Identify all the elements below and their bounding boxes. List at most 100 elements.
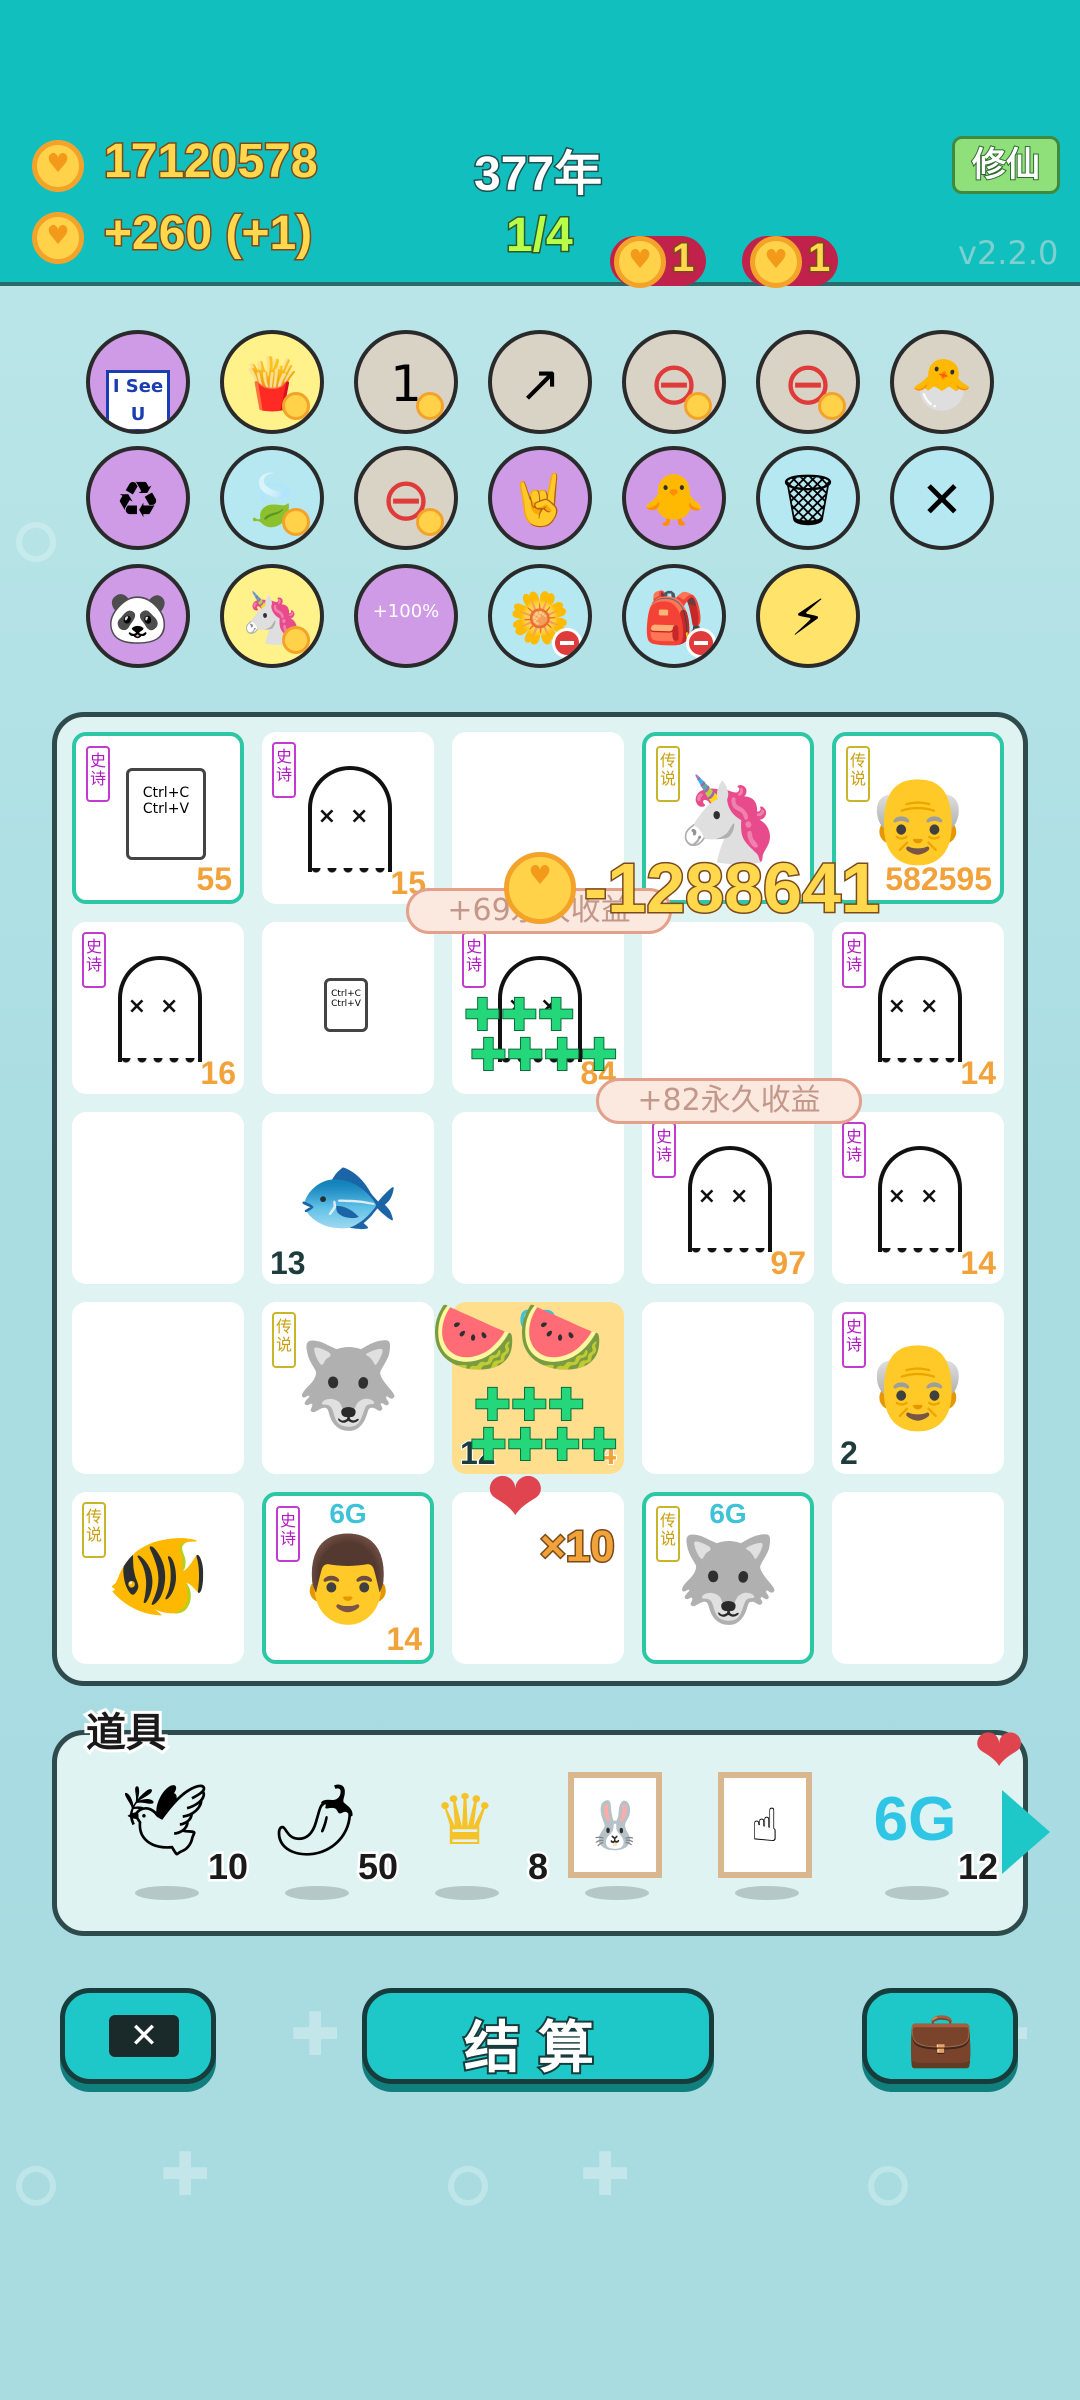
board-cell[interactable]: [72, 1302, 244, 1474]
board-cell[interactable]: [832, 1492, 1004, 1664]
cell-count: 16: [199, 1054, 237, 1092]
prop-crown[interactable]: ♛ 8: [410, 1770, 551, 1900]
skill-i-see-u-icon[interactable]: I See U: [86, 330, 190, 434]
coin-icon: [684, 392, 712, 420]
bg-ring: [868, 2166, 908, 2206]
board-cell[interactable]: Ctrl+C Ctrl+V: [262, 922, 434, 1094]
props-label: 道具: [83, 1707, 169, 1759]
board-cell[interactable]: 🐠 传说: [72, 1492, 244, 1664]
trash-bag-icon: 🗑: [776, 471, 840, 529]
crown-icon: ♛: [433, 1779, 497, 1861]
board-cell[interactable]: [642, 922, 814, 1094]
prop-chili[interactable]: 🌶 50: [260, 1770, 401, 1900]
prop-dove[interactable]: 🕊 10: [110, 1770, 251, 1900]
board-cell[interactable]: [72, 1112, 244, 1284]
coin-icon: [504, 852, 576, 924]
skill-lightning-icon[interactable]: ⚡: [756, 564, 860, 668]
skill-unicorn-icon[interactable]: 🦄: [220, 564, 324, 668]
lightning-icon: ⚡: [790, 589, 826, 647]
board-cell[interactable]: ×× 史诗 97: [642, 1112, 814, 1284]
skill-bucket-icon[interactable]: +100%: [354, 564, 458, 668]
board-cell[interactable]: 👨 史诗 6G 14: [262, 1492, 434, 1664]
settle-button[interactable]: 结算: [362, 1988, 714, 2084]
prop-count: 50: [355, 1844, 400, 1890]
bag-button[interactable]: 💼: [862, 1988, 1018, 2084]
liver-icon: ❤: [486, 1456, 545, 1538]
ghost-icon: ××: [878, 956, 962, 1070]
coin-icon: [750, 236, 802, 288]
bucket-icon: +100%: [372, 601, 440, 622]
skill-rock-hand-icon[interactable]: 🤘: [488, 446, 592, 550]
skill-chicks-icon[interactable]: 🐥: [622, 446, 726, 550]
skill-chick-egg-icon[interactable]: 🐣: [890, 330, 994, 434]
prop-6g[interactable]: 6G 12: [860, 1770, 1001, 1900]
prop-shadow: [885, 1886, 949, 1900]
bg-ring: [16, 2166, 56, 2206]
minus-icon: [552, 628, 582, 658]
board-cell[interactable]: 🐟 13: [262, 1112, 434, 1284]
board-cell[interactable]: ×× 史诗 16: [72, 922, 244, 1094]
prop-count: 12: [955, 1844, 1000, 1890]
board-cell[interactable]: ×× 史诗 14: [832, 922, 1004, 1094]
skill-fries-icon[interactable]: 🍟: [220, 330, 324, 434]
board-cell[interactable]: ×× 史诗 14: [832, 1112, 1004, 1284]
board-cell[interactable]: ×× 史诗 15: [262, 732, 434, 904]
prop-finger-frame[interactable]: ☝: [710, 1770, 820, 1900]
ghost-icon: ××: [308, 766, 392, 880]
briefcase-icon: 💼: [907, 2007, 975, 2070]
coin-icon: [282, 626, 310, 654]
xiuxian-button[interactable]: 修仙: [952, 136, 1060, 194]
skill-flower-pot-icon[interactable]: 🌼: [488, 564, 592, 668]
exit-button[interactable]: ✕: [60, 1988, 216, 2084]
6g-label: 6G: [329, 1498, 367, 1529]
prop-rabbit-frame[interactable]: 🐰: [560, 1770, 670, 1900]
ghost-wave: [878, 1058, 962, 1070]
rarity-tag: 史诗: [82, 932, 106, 988]
watermelon-icon: 🍉🍉: [430, 1296, 605, 1378]
rarity-tag: 史诗: [86, 746, 110, 802]
bg-ring: [16, 522, 56, 562]
cell-count: 582595: [884, 860, 993, 898]
ghost-icon: ××: [878, 1146, 962, 1260]
coin-icon: [282, 508, 310, 536]
year-counter: 377年: [472, 147, 603, 203]
board-cell[interactable]: 👴 史诗 2: [832, 1302, 1004, 1474]
skill-sticks-icon[interactable]: ✕: [890, 446, 994, 550]
bonus-badge-count: 1: [670, 235, 695, 282]
coin-icon: [416, 392, 444, 420]
cell-count: 14: [385, 1620, 423, 1658]
board-cell[interactable]: [452, 1112, 624, 1284]
skill-no-entry-icon[interactable]: ⊖: [756, 330, 860, 434]
prop-shadow: [585, 1886, 649, 1900]
skill-bag-icon[interactable]: 🎒: [622, 564, 726, 668]
arrow-up-icon: ↗: [519, 355, 561, 413]
skill-no-entry-icon[interactable]: ⊖: [622, 330, 726, 434]
skill-trash-bag-icon[interactable]: 🗑: [756, 446, 860, 550]
skill-no-entry-icon[interactable]: ⊖: [354, 446, 458, 550]
skill-arrow-up-icon[interactable]: ↗: [488, 330, 592, 434]
skill-leaf-icon[interactable]: 🍃: [220, 446, 324, 550]
chicks-icon: 🐥: [642, 471, 706, 529]
rarity-tag: 史诗: [652, 1122, 676, 1178]
coin-icon: [32, 140, 84, 192]
rock-hand-icon: 🤘: [508, 471, 572, 529]
ghost-icon: ××: [688, 1146, 772, 1260]
board-cell[interactable]: Ctrl+C Ctrl+V 史诗 55: [72, 732, 244, 904]
panda-icon: 🐼: [106, 589, 170, 647]
ghost-eyes: ××: [887, 1184, 953, 1209]
coin-icon: [818, 392, 846, 420]
progress-counter: 1/4: [505, 208, 575, 264]
board-cell[interactable]: 🐺 传说: [262, 1302, 434, 1474]
cell-count: 14: [959, 1054, 997, 1092]
skill-panda-icon[interactable]: 🐼: [86, 564, 190, 668]
chili-icon: 🌶: [270, 1779, 360, 1861]
coin-income: +260 (+1): [102, 206, 313, 262]
board-cell[interactable]: 🐺 传说 6G: [642, 1492, 814, 1664]
bg-plus: ✚: [160, 2140, 211, 2210]
chick-egg-icon: 🐣: [910, 355, 974, 413]
skill-coin-hands-icon[interactable]: 1: [354, 330, 458, 434]
prop-shadow: [285, 1886, 349, 1900]
board-cell[interactable]: [642, 1302, 814, 1474]
scroll-right-arrow-icon[interactable]: [1002, 1790, 1050, 1874]
skill-recycle-icon[interactable]: ♻: [86, 446, 190, 550]
